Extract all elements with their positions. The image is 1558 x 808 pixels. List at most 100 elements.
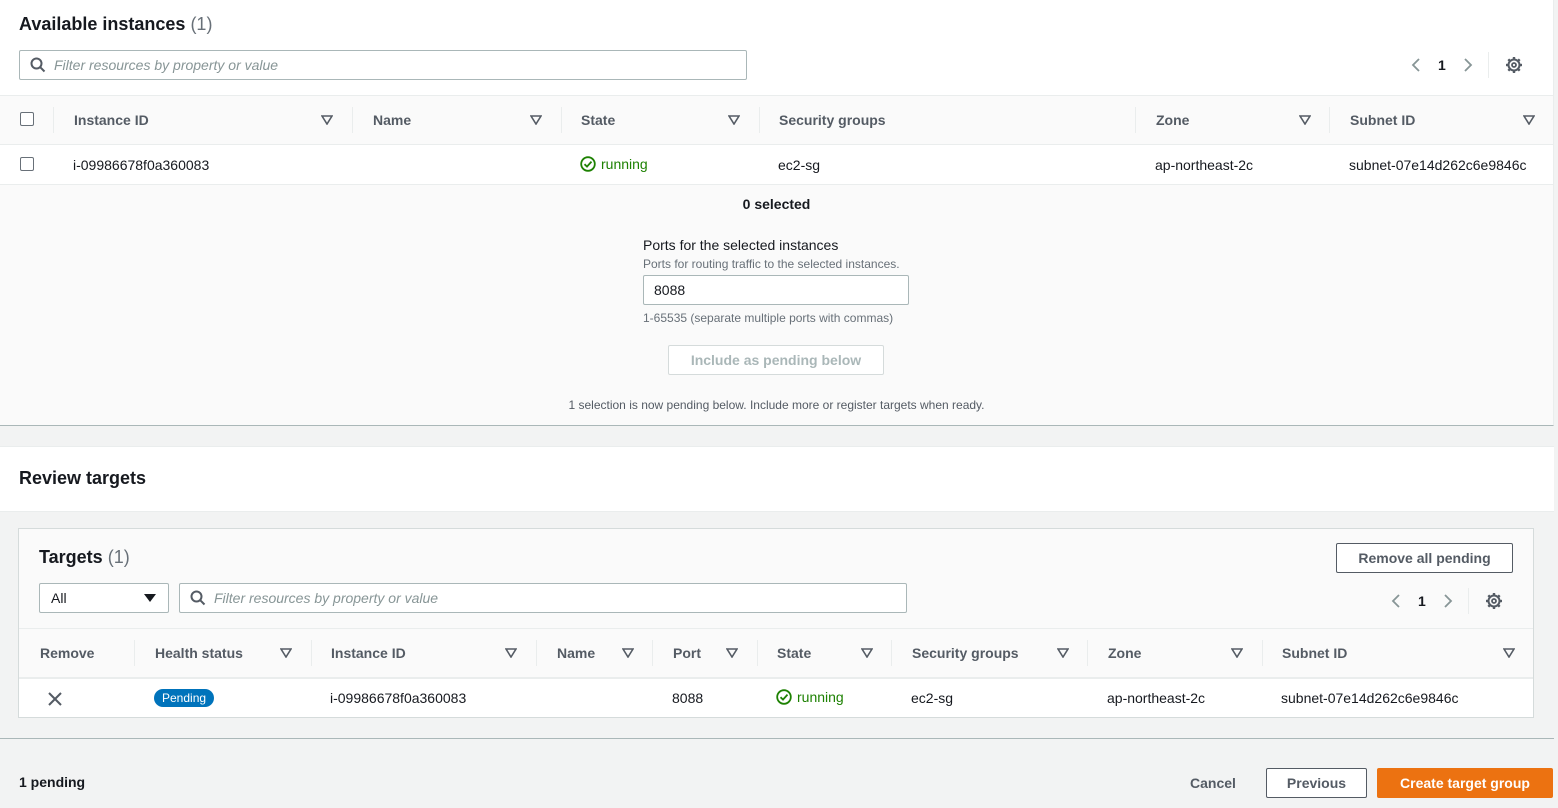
search-placeholder: Filter resources by property or value (54, 57, 279, 73)
check-circle-icon (776, 689, 792, 705)
targets-title: Targets (1) (39, 547, 130, 568)
col-security-groups[interactable]: Security groups (779, 112, 886, 128)
sort-caret-icon[interactable] (726, 648, 738, 658)
ports-description: Ports for routing traffic to the selecte… (643, 257, 900, 271)
column-divider (891, 640, 892, 666)
column-divider (1087, 640, 1088, 666)
gear-icon[interactable] (1505, 56, 1523, 74)
sort-caret-icon[interactable] (1231, 648, 1243, 658)
column-divider (536, 640, 537, 666)
column-divider (561, 107, 562, 133)
cell-subnet-id: subnet-07e14d262c6e9846c (1281, 690, 1459, 706)
cancel-button[interactable]: Cancel (1190, 775, 1236, 791)
col-instance-id[interactable]: Instance ID (74, 112, 149, 128)
col-name[interactable]: Name (373, 112, 411, 128)
include-pending-button[interactable]: Include as pending below (668, 345, 884, 375)
check-circle-icon (580, 156, 596, 172)
remove-all-pending-button[interactable]: Remove all pending (1336, 543, 1513, 573)
close-icon[interactable] (48, 692, 62, 706)
cell-zone: ap-northeast-2c (1107, 690, 1206, 706)
col-security-groups[interactable]: Security groups (912, 645, 1019, 661)
select-value: All (51, 590, 67, 606)
sort-caret-icon[interactable] (1523, 115, 1535, 125)
column-divider (759, 107, 760, 133)
state-text: running (797, 689, 844, 705)
table-row[interactable]: Pending i-09986678f0a360083 8088 running… (19, 678, 1533, 717)
cell-instance-id: i-09986678f0a360083 (330, 690, 467, 706)
col-zone[interactable]: Zone (1108, 645, 1141, 661)
col-state[interactable]: State (581, 112, 615, 128)
status-badge: Pending (154, 689, 215, 707)
chevron-right-icon[interactable] (1460, 57, 1476, 73)
cell-instance-id: i-09986678f0a360083 (73, 157, 210, 173)
sort-caret-icon[interactable] (1299, 115, 1311, 125)
cell-state: running (580, 156, 648, 172)
col-health-status[interactable]: Health status (155, 645, 243, 661)
page-number[interactable]: 1 (1418, 593, 1426, 609)
cell-security-groups: ec2-sg (778, 157, 821, 173)
chevron-left-icon[interactable] (1388, 593, 1404, 609)
col-instance-id[interactable]: Instance ID (331, 645, 406, 661)
sort-caret-icon[interactable] (321, 115, 333, 125)
sort-caret-icon[interactable] (622, 648, 634, 658)
available-search-input[interactable]: Filter resources by property or value (19, 50, 747, 80)
available-table-header (0, 95, 1553, 145)
column-divider (134, 640, 135, 666)
cell-state: running (776, 689, 844, 705)
col-port[interactable]: Port (673, 645, 701, 661)
column-divider (652, 640, 653, 666)
page-number[interactable]: 1 (1438, 57, 1446, 73)
pending-count: 1 pending (19, 774, 86, 790)
column-divider (352, 107, 353, 133)
targets-pager: 1 (1388, 588, 1503, 614)
cell-zone: ap-northeast-2c (1155, 157, 1254, 173)
column-divider (53, 107, 54, 133)
column-divider (1135, 107, 1136, 133)
ports-input[interactable]: 8088 (643, 275, 909, 305)
cell-subnet-id: subnet-07e14d262c6e9846c (1349, 157, 1527, 173)
targets-count: (1) (107, 547, 130, 567)
row-checkbox[interactable] (20, 157, 34, 171)
caret-down-icon (144, 594, 156, 602)
gear-icon[interactable] (1485, 592, 1503, 610)
sort-caret-icon[interactable] (1503, 648, 1515, 658)
title-text: Available instances (19, 14, 186, 34)
sort-caret-icon[interactable] (728, 115, 740, 125)
col-state[interactable]: State (777, 645, 811, 661)
sort-caret-icon[interactable] (530, 115, 542, 125)
sort-caret-icon[interactable] (1057, 648, 1069, 658)
sort-caret-icon[interactable] (280, 648, 292, 658)
search-icon (30, 57, 46, 73)
select-all-checkbox[interactable] (20, 112, 34, 126)
review-targets-title: Review targets (19, 468, 147, 488)
chevron-right-icon[interactable] (1440, 593, 1456, 609)
pager-divider (1487, 52, 1489, 78)
col-subnet-id[interactable]: Subnet ID (1350, 112, 1415, 128)
available-pager: 1 (1408, 52, 1523, 78)
create-target-group-button[interactable]: Create target group (1377, 768, 1553, 798)
col-zone[interactable]: Zone (1156, 112, 1189, 128)
col-name[interactable]: Name (557, 645, 595, 661)
col-subnet-id[interactable]: Subnet ID (1282, 645, 1347, 661)
title-count: (1) (190, 14, 213, 34)
ports-label: Ports for the selected instances (643, 237, 839, 253)
col-remove[interactable]: Remove (40, 645, 94, 661)
search-icon (190, 590, 206, 606)
sort-caret-icon[interactable] (861, 648, 873, 658)
column-divider (1329, 107, 1330, 133)
table-row[interactable]: i-09986678f0a360083 running ec2-sg ap-no… (0, 145, 1553, 184)
selected-count: 0 selected (742, 196, 811, 212)
column-divider (311, 640, 312, 666)
ports-hint: 1-65535 (separate multiple ports with co… (643, 311, 894, 325)
available-instances-title: Available instances (1) (19, 14, 212, 35)
targets-search-input[interactable]: Filter resources by property or value (179, 583, 907, 613)
cell-port: 8088 (672, 690, 704, 706)
column-divider (757, 640, 758, 666)
previous-button[interactable]: Previous (1266, 768, 1367, 798)
sort-caret-icon[interactable] (505, 648, 517, 658)
pending-note: 1 selection is now pending below. Includ… (568, 398, 985, 412)
chevron-left-icon[interactable] (1408, 57, 1424, 73)
cell-security-groups: ec2-sg (911, 690, 954, 706)
health-filter-select[interactable]: All (39, 583, 169, 613)
pager-divider (1467, 588, 1469, 614)
